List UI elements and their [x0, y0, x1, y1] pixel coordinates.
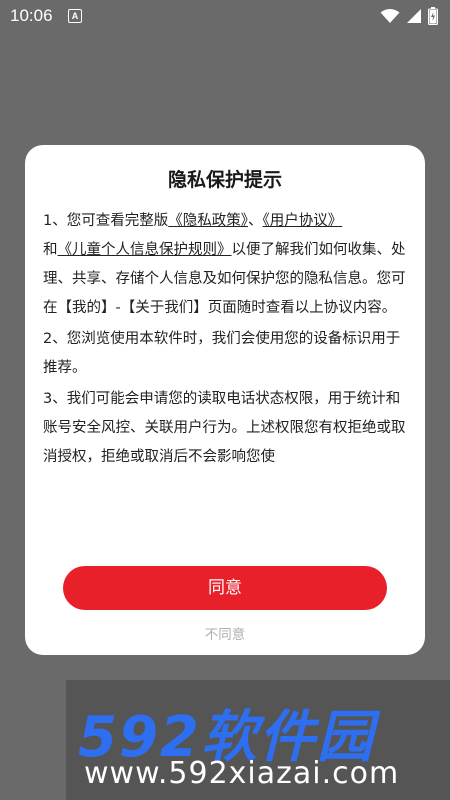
- notification-icon: A: [68, 9, 82, 23]
- user-agreement-link[interactable]: 《用户协议》: [262, 213, 342, 229]
- watermark: 592软件园 www.592xiazai.com: [66, 680, 450, 800]
- paragraph-3: 3、我们可能会申请您的读取电话状态权限，用于统计和账号安全风控、关联用户行为。上…: [43, 391, 406, 465]
- p1-and: 和: [43, 242, 58, 258]
- signal-icon: [407, 9, 421, 23]
- status-bar: 10:06 A: [0, 0, 450, 32]
- paragraph-2: 2、您浏览使用本软件时，我们会使用您的设备标识用于推荐。: [43, 331, 401, 376]
- dialog-title: 隐私保护提示: [167, 169, 282, 191]
- disagree-button[interactable]: 不同意: [25, 623, 425, 643]
- status-time: 10:06: [10, 6, 53, 25]
- privacy-policy-link[interactable]: 《隐私政策》: [168, 213, 248, 229]
- dialog-body[interactable]: 1、您可查看完整版《隐私政策》、《用户协议》 和《儿童个人信息保护规则》以便了解我…: [43, 207, 407, 542]
- agree-button[interactable]: 同意: [63, 566, 387, 610]
- paragraph-1: 1、您可查看完整版《隐私政策》、《用户协议》 和《儿童个人信息保护规则》以便了解我…: [43, 207, 407, 323]
- status-icons: [380, 7, 438, 25]
- scroll-fade: [43, 472, 407, 542]
- p1-sep: 、: [247, 213, 263, 229]
- privacy-dialog: 隐私保护提示 1、您可查看完整版《隐私政策》、《用户协议》和《儿童个人信息保护规…: [25, 145, 425, 655]
- watermark-url: www.592xiazai.com: [84, 756, 400, 791]
- battery-icon: [428, 7, 438, 25]
- p1-prefix: 1、您可查看完整版: [43, 213, 169, 229]
- child-privacy-rules-link[interactable]: 《儿童个人信息保护规则》: [58, 242, 232, 258]
- wifi-icon: [380, 9, 400, 23]
